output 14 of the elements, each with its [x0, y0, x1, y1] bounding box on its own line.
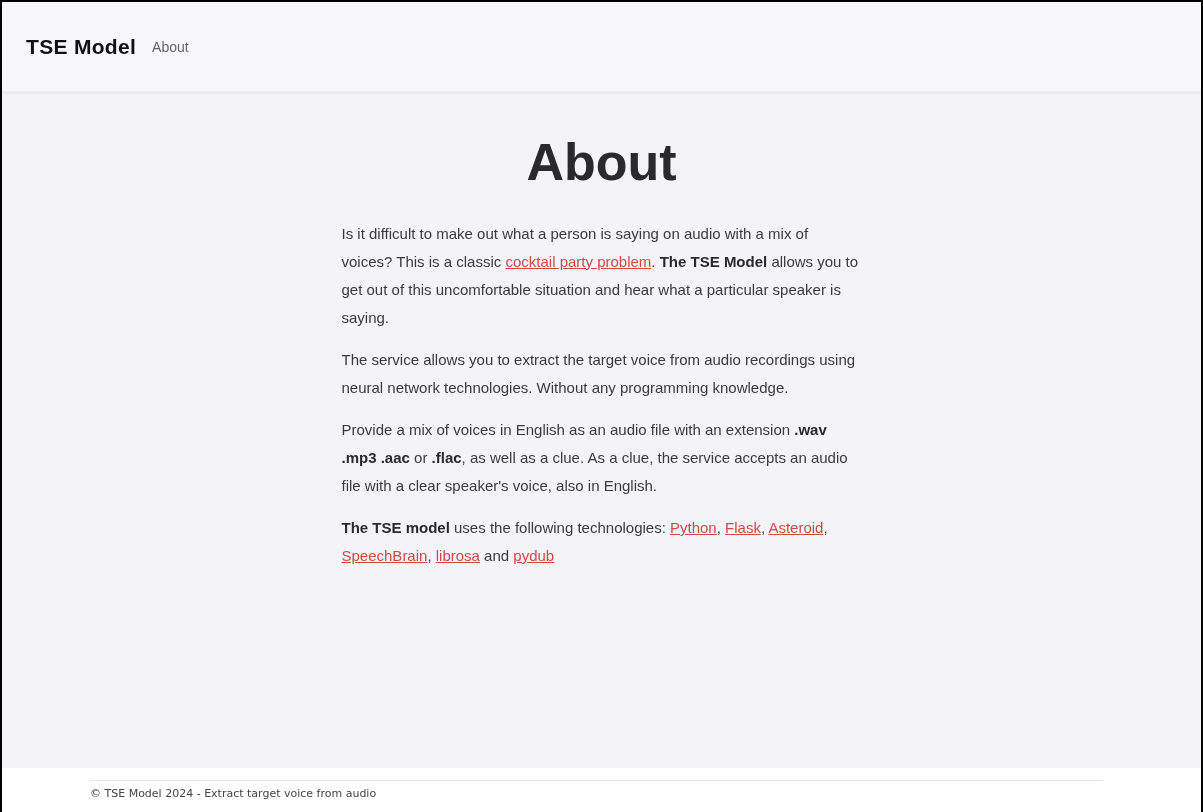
page-title: About	[526, 132, 677, 192]
link[interactable]: Flask	[725, 519, 761, 536]
brand-logo[interactable]: TSE Model	[26, 34, 137, 59]
paragraph: Provide a mix of voices in English as an audio file with an extension .wav .mp3 .aac or .flac, as well as a clue. As a clue, the service accepts an audio file with a clear speaker's voice, also in English.	[341, 420, 849, 496]
footer-text: © TSE Model 2024 - Extract target voice from audio	[90, 787, 378, 800]
paragraph: The service allows you to extract the target voice from audio recordings using neural network technologies. Without any programming knowledge.	[341, 350, 857, 398]
link[interactable]: SpeechBrain	[341, 547, 428, 564]
link[interactable]: Python	[670, 519, 717, 536]
paragraph: Is it difficult to make out what a person is saying on audio with a mix of voices? This is a classic cocktail party problem. The TSE Model allows you to get out of this uncomfortable situation and hear what a particular speaker is saying.	[341, 224, 860, 328]
link[interactable]: librosa	[435, 547, 480, 564]
nav-link[interactable]: About	[152, 38, 189, 55]
link[interactable]: Asteroid	[768, 519, 824, 536]
link[interactable]: pydub	[513, 547, 555, 564]
paragraph: The TSE model uses the following technologies: Python, Flask, Asteroid, SpeechBrain, librosa and pydub	[341, 518, 829, 566]
